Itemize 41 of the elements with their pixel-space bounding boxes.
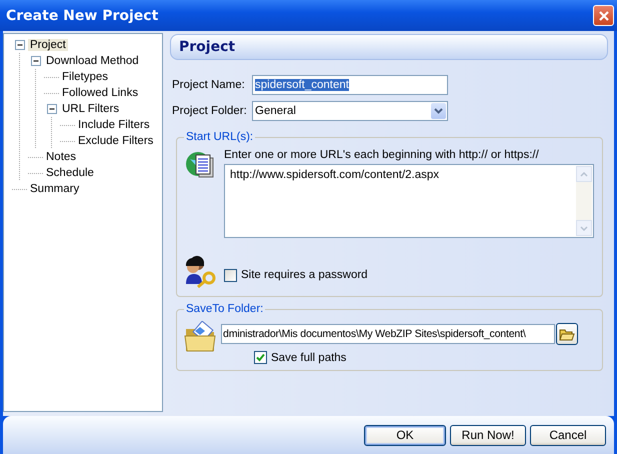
group-title: Start URL(s): (185, 131, 254, 143)
folder-icon (559, 328, 575, 340)
collapse-icon[interactable] (28, 53, 44, 69)
folder-path-field[interactable]: dministrador\Mis documentos\My WebZIP Sites\spidersoft_content\ (221, 324, 555, 344)
dialog-button[interactable]: OK (364, 424, 446, 446)
scroll-down-icon (580, 226, 588, 230)
section-title: Project (179, 39, 236, 55)
tree-item[interactable]: Exclude Filters (76, 135, 156, 147)
instruction-text: Enter one or more URL's each beginning with http:// or https:// (224, 149, 540, 161)
window-title: Create New Project (6, 8, 158, 24)
close-button[interactable] (593, 5, 614, 26)
dialog-button[interactable]: Run Now! (450, 424, 526, 446)
close-icon (598, 10, 610, 22)
browse-button[interactable] (556, 323, 578, 345)
tree-item[interactable]: Followed Links (60, 87, 140, 99)
url-text-area[interactable]: http://www.spidersoft.com/content/2.aspx (224, 164, 594, 238)
tree-item[interactable]: Schedule (44, 167, 96, 179)
checkbox[interactable] (254, 351, 267, 364)
users-key-icon (184, 254, 218, 288)
tree-item[interactable]: Download Method (44, 55, 141, 67)
full-paths-checkbox[interactable]: Save full paths (254, 351, 594, 364)
dialog-button[interactable]: Cancel (530, 424, 606, 446)
collapse-icon[interactable] (44, 101, 60, 117)
tree-item[interactable]: Project (28, 39, 68, 51)
text-field[interactable]: spidersoft_content (252, 75, 448, 95)
tree-item[interactable]: Filetypes (60, 71, 110, 83)
scroll-up-icon (580, 172, 588, 176)
field-label: Project Folder: (172, 105, 248, 117)
folder-icon (184, 321, 218, 353)
dropdown[interactable]: General (252, 101, 448, 121)
collapse-icon[interactable] (12, 37, 28, 53)
field-value: spidersoft_content (255, 79, 349, 91)
tree-item[interactable]: Include Filters (76, 119, 152, 131)
group-title: SaveTo Folder: (185, 303, 264, 315)
password-checkbox[interactable]: Site requires a password (224, 268, 368, 282)
tree-item[interactable]: Summary (28, 183, 82, 195)
checkbox[interactable] (224, 268, 237, 282)
tree-item[interactable]: Notes (44, 151, 78, 163)
scrollbar[interactable] (576, 166, 592, 236)
field-label: Project Name: (172, 79, 246, 91)
tree-item[interactable]: URL Filters (60, 103, 122, 115)
